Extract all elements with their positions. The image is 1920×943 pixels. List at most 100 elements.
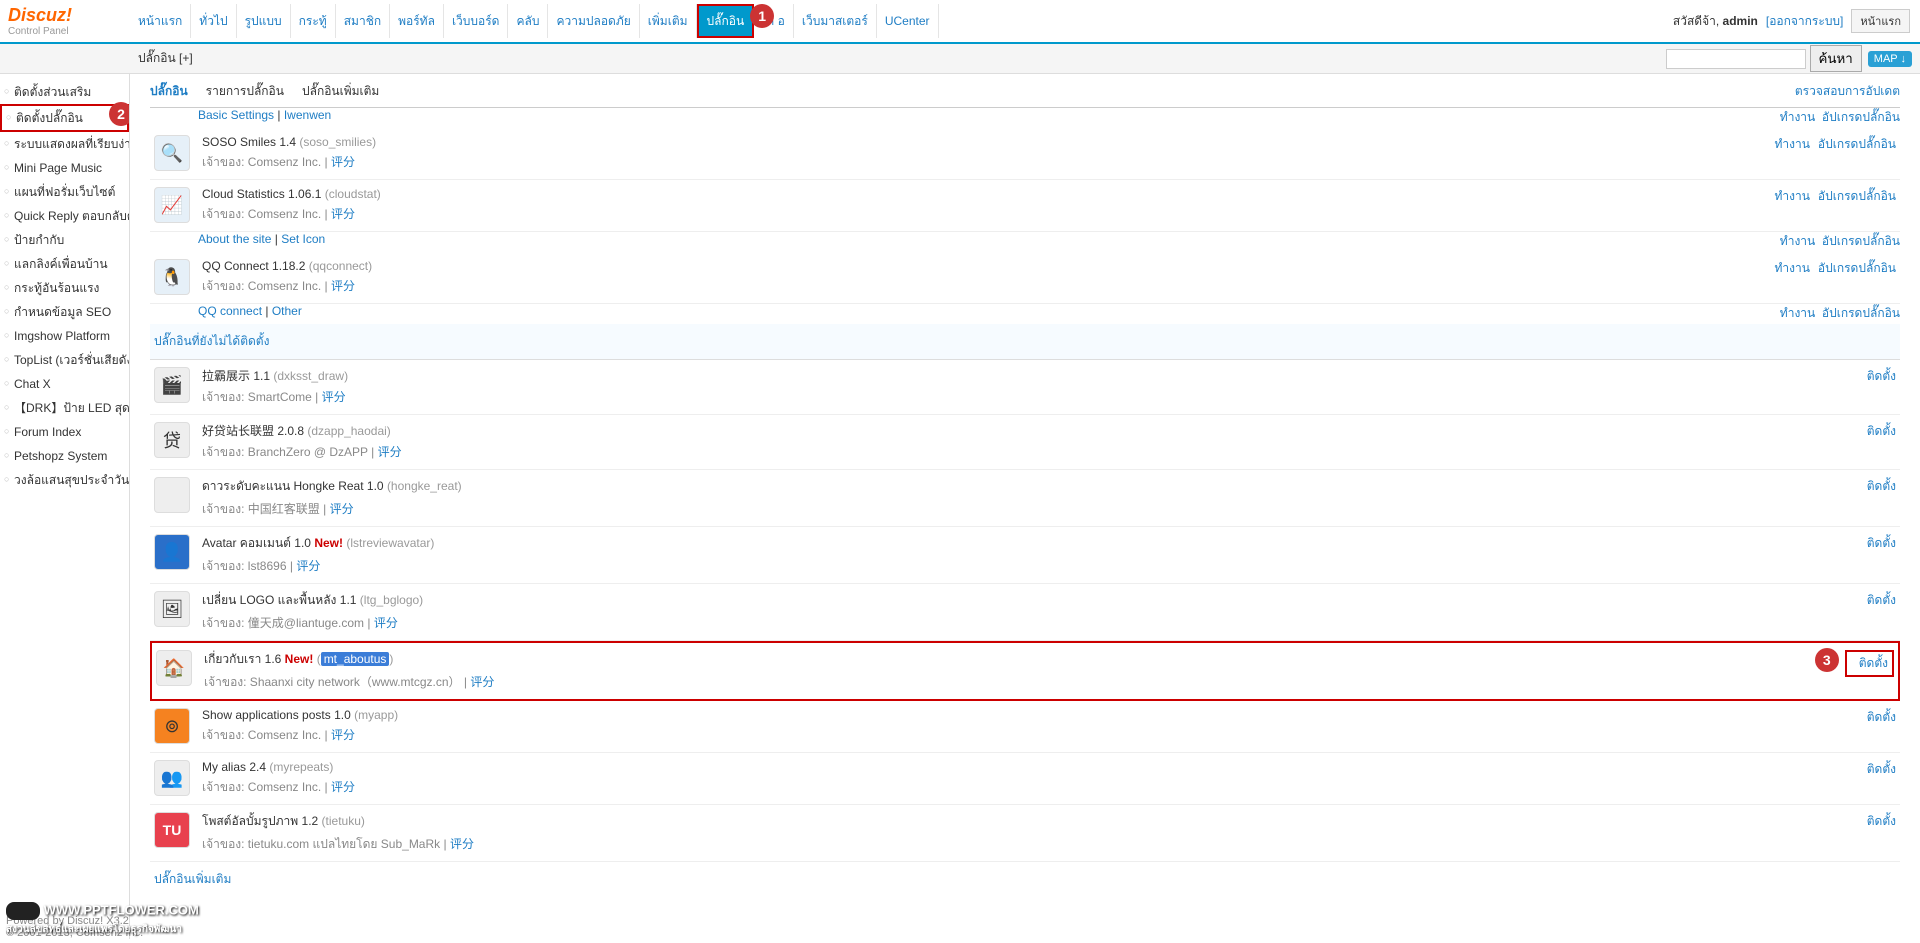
plugin-icon: 🏠 [156,650,192,686]
plugin-name: Cloud Statistics [202,187,288,201]
plugin-row: 贷好贷站长联盟 2.0.8 (dzapp_haodai)เจ้าของ: Bra… [150,415,1900,470]
rate-link[interactable]: 评分 [331,780,355,794]
basic-settings-link[interactable]: Basic Settings [198,108,274,122]
nav-13[interactable]: UCenter [877,4,939,38]
sidebar-item-3[interactable]: Mini Page Music [0,156,129,180]
install-link[interactable]: ติดตั้ง [1867,369,1896,383]
sidebar-item-10[interactable]: Imgshow Platform [0,324,129,348]
install-link[interactable]: ติดตั้ง [1867,814,1896,828]
section-not-installed: ปลั๊กอินที่ยังไม่ได้ติดตั้ง [150,324,1900,360]
nav-9[interactable]: เพิ่มเติม [640,4,697,38]
upgrade-link[interactable]: อัปเกรดปลั๊กอิน [1818,189,1896,203]
nav-3[interactable]: กระทู้ [291,4,336,38]
badge-3: 3 [1815,648,1839,672]
nav-10[interactable]: ปลั๊กอิน1 [697,4,755,38]
rate-link[interactable]: 评分 [374,616,398,630]
sidebar-item-5[interactable]: Quick Reply ตอบกลับด่ [0,204,129,228]
owner-label: เจ้าของ: 中国红客联盟 [202,502,320,516]
sidebar-item-9[interactable]: กำหนดข้อมูล SEO [0,300,129,324]
plugin-name: เปลี่ยน LOGO และพื้นหลัง [202,593,340,607]
plugin-name: My alias [202,760,249,774]
sidebar-item-1[interactable]: ติดตั้งปลั๊กอิน2 [0,104,129,132]
check-update-link[interactable]: ตรวจสอบการอัปเดต [1795,82,1900,101]
sidebar-item-2[interactable]: ระบบแสดงผลที่เรียบง่าย [0,132,129,156]
nav-12[interactable]: เว็บมาสเตอร์ [794,4,877,38]
iwenwen-link[interactable]: Iwenwen [284,108,331,122]
install-link[interactable]: ติดตั้ง [1867,710,1896,724]
plugin-row: 📈Cloud Statistics 1.06.1 (cloudstat)เจ้า… [150,180,1900,232]
nav-4[interactable]: สมาชิก [336,4,390,38]
plugin-icon: 📈 [154,187,190,223]
sidebar-item-7[interactable]: แลกลิงค์เพื่อนบ้าน [0,252,129,276]
about-site-link[interactable]: About the site [198,232,271,246]
sidebar-item-6[interactable]: ป้ายกำกับ [0,228,129,252]
map-button[interactable]: MAP ↓ [1868,51,1912,67]
rate-link[interactable]: 评分 [331,155,355,169]
upgrade-link[interactable]: อัปเกรดปลั๊กอิน [1822,110,1900,124]
search-input[interactable] [1666,49,1806,69]
work-link[interactable]: ทำงาน [1774,261,1809,275]
plugin-row: 🔍SOSO Smiles 1.4 (soso_smilies)เจ้าของ: … [150,128,1900,180]
nav-7[interactable]: คลับ [508,4,548,38]
nav-6[interactable]: เว็บบอร์ด [444,4,509,38]
rate-link[interactable]: 评分 [322,390,346,404]
work-link[interactable]: ทำงาน [1774,189,1809,203]
tab-1[interactable]: รายการปลั๊กอิน [206,82,284,101]
rate-link[interactable]: 评分 [331,279,355,293]
other-link[interactable]: Other [272,304,302,318]
plugin-row: 🏠เกี่ยวกับเรา 1.6 New! (mt_aboutus)เจ้าข… [150,641,1900,701]
upgrade-link[interactable]: อัปเกรดปลั๊กอิน [1818,261,1896,275]
plugin-icon [154,477,190,513]
badge-1: 1 [750,4,774,28]
owner-label: เจ้าของ: Comsenz Inc. [202,728,321,742]
set-icon-link[interactable]: Set Icon [281,232,325,246]
nav-0[interactable]: หน้าแรก [130,4,191,38]
nav-5[interactable]: พอร์ทัล [390,4,444,38]
rate-link[interactable]: 评分 [330,502,354,516]
sidebar-item-15[interactable]: Petshopz System [0,444,129,468]
sidebar-item-0[interactable]: ติดตั้งส่วนเสริม [0,80,129,104]
install-link[interactable]: ติดตั้ง [1867,536,1896,550]
plugin-name: SOSO Smiles [202,135,279,149]
rate-link[interactable]: 评分 [331,728,355,742]
plugin-links: Basic Settings | Iwenwen ทำงาน อัปเกรดปล… [150,108,1900,122]
work-link[interactable]: ทำงาน [1780,110,1815,124]
nav-8[interactable]: ความปลอดภัย [548,4,639,38]
sidebar-item-13[interactable]: 【DRK】ป้าย LED สุดส [0,396,129,420]
rate-link[interactable]: 评分 [296,559,320,573]
work-link[interactable]: ทำงาน [1780,306,1815,320]
rate-link[interactable]: 评分 [450,837,474,851]
sidebar-item-4[interactable]: แผนที่ฟอรั่มเว็บไซต์ [0,180,129,204]
rate-link[interactable]: 评分 [331,207,355,221]
sidebar: ติดตั้งส่วนเสริมติดตั้งปลั๊กอิน2ระบบแสดง… [0,74,130,939]
install-link[interactable]: ติดตั้ง [1867,762,1896,776]
nav-1[interactable]: ทั่วไป [191,4,236,38]
install-link[interactable]: ติดตั้ง [1867,424,1896,438]
more-plugins-link[interactable]: ปลั๊กอินเพิ่มเติม [154,872,231,886]
owner-label: เจ้าของ: tietuku.com แปลไทยโดย Sub_MaRk [202,837,440,851]
sidebar-item-11[interactable]: TopList (เวอร์ชั่นเสียดัง) [0,348,129,372]
upgrade-link[interactable]: อัปเกรดปลั๊กอิน [1822,306,1900,320]
work-link[interactable]: ทำงาน [1780,234,1815,248]
upgrade-link[interactable]: อัปเกรดปลั๊กอิน [1818,137,1896,151]
qqconnect-link[interactable]: QQ connect [198,304,262,318]
tab-2[interactable]: ปลั๊กอินเพิ่มเติม [302,82,379,101]
plugin-icon: TU [154,812,190,848]
install-link[interactable]: ติดตั้ง [1867,593,1896,607]
install-link[interactable]: ติดตั้ง [1859,656,1888,670]
sidebar-item-14[interactable]: Forum Index [0,420,129,444]
sidebar-item-12[interactable]: Chat X [0,372,129,396]
install-link[interactable]: ติดตั้ง [1867,479,1896,493]
tab-0[interactable]: ปลั๊กอิน [150,82,188,101]
sidebar-item-8[interactable]: กระทู้อันร้อนแรง [0,276,129,300]
search-button[interactable]: ค้นหา [1810,45,1862,72]
logout-link[interactable]: [ออกจากระบบ] [1766,12,1844,31]
sidebar-item-16[interactable]: วงล้อแสนสุขประจำวัน [0,468,129,492]
rate-link[interactable]: 评分 [378,445,402,459]
rate-link[interactable]: 评分 [470,675,494,689]
plugin-name: เกี่ยวกับเรา [204,652,265,666]
work-link[interactable]: ทำงาน [1774,137,1809,151]
upgrade-link[interactable]: อัปเกรดปลั๊กอิน [1822,234,1900,248]
homepage-button[interactable]: หน้าแรก [1851,9,1910,33]
nav-2[interactable]: รูปแบบ [237,4,291,38]
